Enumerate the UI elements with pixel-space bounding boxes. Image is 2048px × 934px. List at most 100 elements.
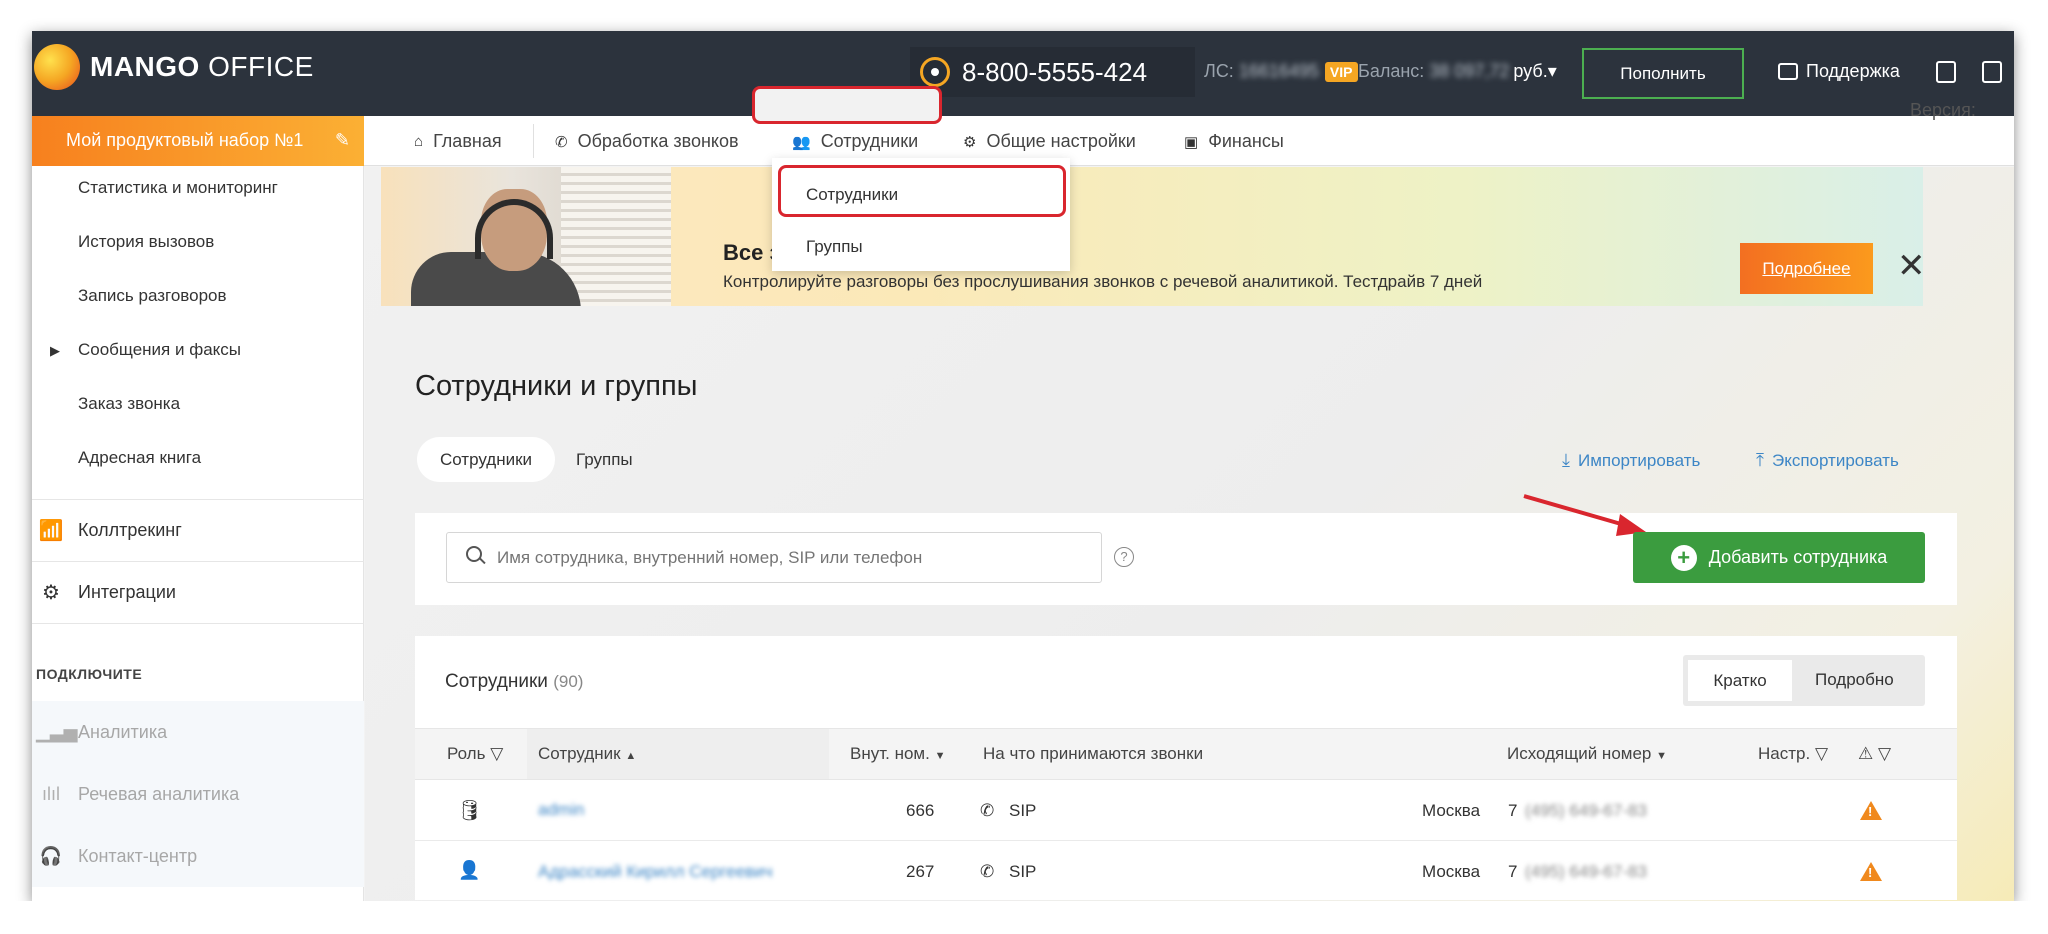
- column-employee-label: Сотрудник: [538, 744, 621, 763]
- book-icon[interactable]: [1982, 61, 2002, 83]
- sidebar-item-callback[interactable]: Заказ звонка: [78, 394, 180, 414]
- tab-employees[interactable]: Сотрудники: [417, 437, 555, 482]
- nav-employees-label: Сотрудники: [820, 131, 919, 151]
- calltracking-icon: 📶: [38, 520, 64, 542]
- outgoing-number: (495) 649-67-83: [1525, 862, 1647, 881]
- add-employee-button[interactable]: + Добавить сотрудника: [1633, 532, 1925, 583]
- gear-icon: ⚙: [963, 133, 977, 151]
- nav-employees[interactable]: 👥 Сотрудники: [792, 131, 918, 152]
- column-extension[interactable]: Внут. ном. ▼: [850, 744, 945, 764]
- search-input[interactable]: [446, 532, 1102, 583]
- nav-home[interactable]: ⌂ Главная: [414, 131, 502, 152]
- outgoing-number: (495) 649-67-83: [1525, 801, 1647, 820]
- sidebar-item-contact-center[interactable]: 🎧 Контакт-центр: [32, 825, 364, 887]
- logo-text-bold: MANGO: [90, 51, 200, 82]
- sidebar-item-recordings[interactable]: Запись разговоров: [78, 286, 227, 306]
- nav-employees-highlight: [752, 86, 942, 124]
- account-value: 16616495: [1238, 61, 1319, 81]
- employee-name-link[interactable]: Адрасский Кирилл Сергеевич: [538, 862, 773, 882]
- city-cell: Москва: [1422, 801, 1481, 820]
- sidebar-item-calltracking[interactable]: 📶 Коллтрекинг: [32, 499, 364, 561]
- import-link[interactable]: ⤓ Импортировать: [1562, 450, 1700, 471]
- promo-text: Контролируйте разговоры без прослушивани…: [723, 272, 1483, 291]
- sidebar-item-messages[interactable]: Сообщения и факсы: [78, 340, 241, 360]
- sidebar-item-analytics[interactable]: ▁▃▅ Аналитика: [32, 701, 364, 763]
- pencil-icon[interactable]: ✎: [335, 130, 350, 151]
- nav-finance[interactable]: ▣ Финансы: [1184, 131, 1284, 152]
- wallet-icon: ▣: [1184, 133, 1199, 151]
- support-phone: 8-800-5555-424: [910, 47, 1195, 97]
- product-set-label: Мой продуктовый набор №1: [66, 130, 304, 150]
- sidebar-item-call-history[interactable]: История вызовов: [78, 232, 214, 252]
- column-settings[interactable]: Настр. ▽: [1758, 744, 1828, 764]
- sidebar-item-statistics[interactable]: Статистика и мониторинг: [78, 178, 278, 198]
- product-set-selector[interactable]: Мой продуктовый набор №1 ✎: [32, 116, 364, 166]
- column-employee[interactable]: Сотрудник ▲: [538, 744, 636, 764]
- filter-icon[interactable]: ▽: [1878, 744, 1891, 763]
- warning-icon[interactable]: [1860, 862, 1882, 881]
- sort-asc-icon: ▲: [625, 750, 637, 762]
- nav-general-settings[interactable]: ⚙ Общие настройки: [963, 131, 1136, 152]
- warning-icon[interactable]: [1860, 801, 1882, 820]
- promo-more-button[interactable]: Подробнее: [1740, 243, 1873, 294]
- column-settings-label: Настр.: [1758, 744, 1811, 763]
- sidebar-item-speech-analytics[interactable]: ılıl Речевая аналитика: [32, 763, 364, 825]
- city-cell: Москва: [1422, 862, 1481, 881]
- manager-icon[interactable]: [1936, 61, 1956, 83]
- logo-text-light: OFFICE: [199, 51, 314, 82]
- vip-badge: VIP: [1324, 61, 1358, 82]
- sidebar-item-address-book[interactable]: Адресная книга: [78, 448, 201, 468]
- nav-home-label: Главная: [433, 131, 502, 151]
- version-label: Версия:: [1910, 100, 1976, 120]
- nav-call-processing[interactable]: ✆ Обработка звонков: [555, 131, 739, 152]
- column-role-label: Роль: [447, 744, 486, 763]
- view-detailed-button[interactable]: Подробно: [1815, 670, 1894, 690]
- connect-section-title: ПОДКЛЮЧИТЕ: [36, 666, 143, 682]
- caret-right-icon[interactable]: ▶: [50, 343, 60, 359]
- employee-name-link[interactable]: admin: [538, 800, 584, 820]
- waveform-icon: ılıl: [42, 783, 60, 804]
- logo[interactable]: MANGO OFFICE: [34, 44, 314, 90]
- balance-label: Баланс:: [1358, 61, 1425, 81]
- column-role[interactable]: Роль ▽: [447, 744, 503, 764]
- sip-phone-icon: ✆: [980, 862, 995, 881]
- sidebar-item-label: Аналитика: [78, 721, 168, 742]
- sidebar-item-label: Речевая аналитика: [78, 783, 240, 804]
- phone-icon: ✆: [555, 133, 568, 151]
- users-icon: 👥: [792, 133, 811, 151]
- balance-currency[interactable]: руб.▾: [1513, 61, 1556, 82]
- help-icon[interactable]: ?: [1114, 547, 1134, 567]
- sidebar-item-integrations[interactable]: ⚙ Интеграции: [32, 561, 364, 623]
- sidebar-item-label: Коллтрекинг: [78, 520, 182, 540]
- balance[interactable]: Баланс: 38 097,72 руб.▾: [1358, 61, 1557, 82]
- column-warnings[interactable]: ⚠ ▽: [1858, 744, 1891, 764]
- support-link[interactable]: Поддержка: [1778, 61, 1900, 82]
- outgoing-prefix: 7: [1508, 862, 1518, 881]
- extension-cell: 267: [906, 862, 935, 881]
- dropdown-item-employees[interactable]: Сотрудники: [806, 185, 898, 205]
- sort-desc-icon: ▼: [934, 750, 946, 762]
- sidebar: Мой продуктовый набор №1 ✎ Статистика и …: [32, 116, 364, 901]
- export-link[interactable]: ⤒ Экспортировать: [1756, 450, 1899, 471]
- filter-icon[interactable]: ▽: [1815, 744, 1828, 763]
- column-outgoing[interactable]: Исходящий номер ▼: [1507, 744, 1667, 764]
- table-title-text: Сотрудники: [445, 671, 548, 692]
- table-row[interactable]: [415, 780, 1957, 841]
- filter-icon[interactable]: ▽: [490, 744, 503, 763]
- balance-value: 38 097,72: [1429, 61, 1510, 81]
- receive-cell: SIP: [1009, 862, 1037, 881]
- view-short-button[interactable]: Кратко: [1688, 660, 1792, 701]
- dropdown-item-groups[interactable]: Группы: [806, 237, 863, 257]
- logo-mark-icon: [34, 44, 80, 90]
- close-icon[interactable]: ✕: [1897, 249, 1926, 283]
- table-count: (90): [553, 672, 584, 691]
- tab-groups[interactable]: Группы: [576, 450, 633, 470]
- home-icon: ⌂: [414, 133, 424, 150]
- nav-finance-label: Финансы: [1208, 131, 1284, 151]
- topup-button[interactable]: Пополнить: [1582, 48, 1744, 99]
- account-number: ЛС: 16616495 VIP: [1204, 61, 1358, 82]
- chat-icon: [1778, 63, 1798, 80]
- download-icon: ⤓: [1562, 450, 1570, 470]
- search-icon: [466, 546, 482, 562]
- column-receive: На что принимаются звонки: [983, 744, 1204, 763]
